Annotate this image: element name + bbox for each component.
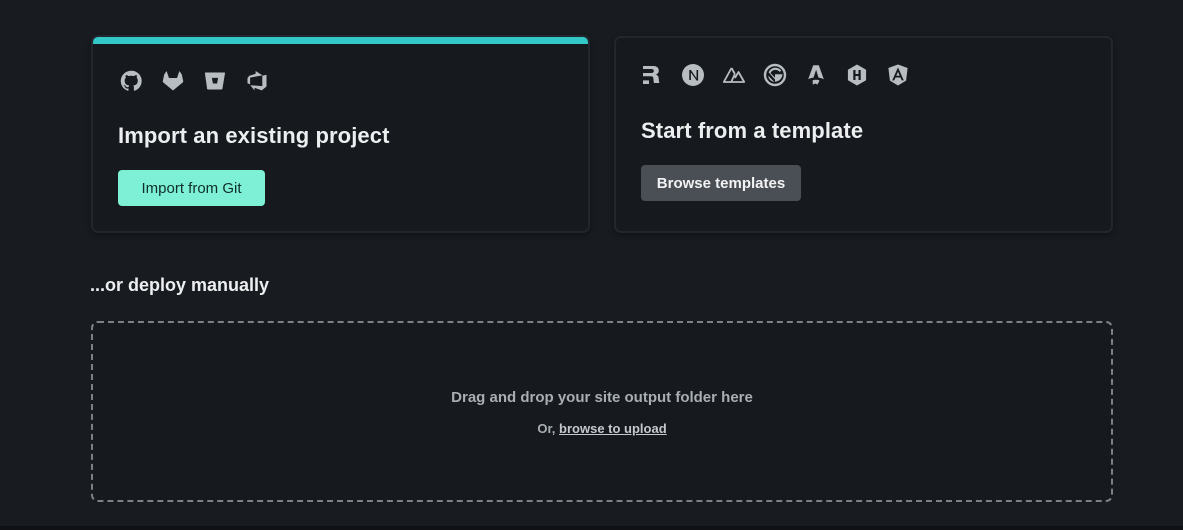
astro-icon [804,63,828,87]
import-card-title: Import an existing project [118,123,390,148]
drop-zone-subtext: Or, browse to upload [93,421,1111,436]
template-card-title: Start from a template [641,118,864,143]
remix-icon [640,63,664,87]
page: Import an existing project Import from G… [0,0,1183,530]
framework-icons [640,63,910,87]
template-card: Start from a template Browse templates [614,36,1113,233]
browse-templates-button[interactable]: Browse templates [641,165,801,201]
github-icon [119,69,143,93]
bottom-divider [0,526,1183,530]
gitlab-icon [161,69,185,93]
import-project-card: Import an existing project Import from G… [91,35,590,233]
hugo-icon [845,63,869,87]
gatsby-icon [763,63,787,87]
git-provider-icons [119,69,269,93]
angular-icon [886,63,910,87]
drop-zone-text: Drag and drop your site output folder he… [451,389,753,406]
browse-to-upload-link[interactable]: browse to upload [559,421,667,436]
bitbucket-icon [203,69,227,93]
azure-devops-icon [245,69,269,93]
drop-zone[interactable]: Drag and drop your site output folder he… [91,321,1113,502]
card-accent-bar [93,37,588,44]
import-from-git-button[interactable]: Import from Git [118,170,265,206]
or-text: Or, [537,421,560,436]
nuxt-icon [722,63,746,87]
nextjs-icon [681,63,705,87]
deploy-manually-heading: ...or deploy manually [90,275,270,295]
